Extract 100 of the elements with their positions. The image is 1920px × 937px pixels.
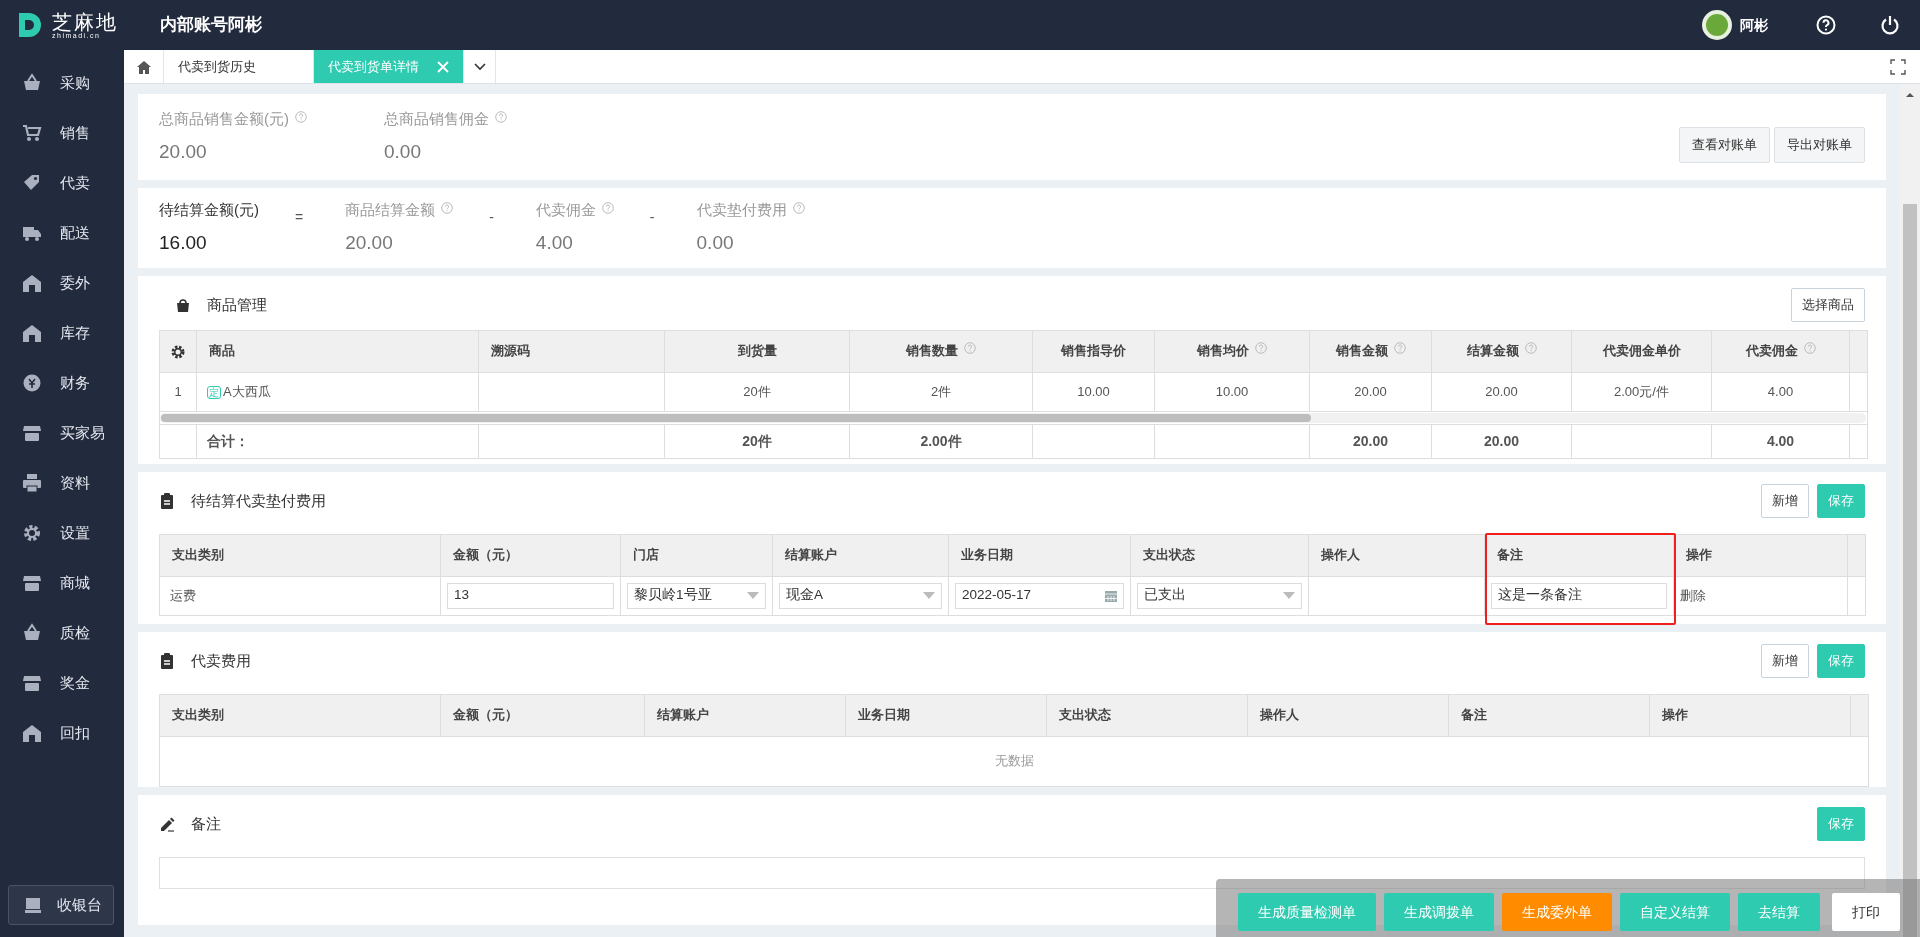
help-icon[interactable] <box>1816 15 1836 35</box>
user-name[interactable]: 阿彬 <box>1740 14 1768 36</box>
row-number: 1 <box>159 372 197 411</box>
clipboard-icon <box>159 492 175 509</box>
input-field[interactable]: 13 <box>447 582 614 609</box>
stat-label: 总商品销售金额(元) <box>159 107 384 130</box>
power-icon[interactable] <box>1880 15 1900 35</box>
bag-icon <box>175 296 191 313</box>
term-value: 20.00 <box>345 231 394 255</box>
product-name: A大西瓜 <box>223 383 271 399</box>
column-header: 支出状态 <box>1046 694 1248 736</box>
delete-link[interactable]: 删除 <box>1680 587 1706 603</box>
term-label: 待结算金额(元) <box>159 199 259 220</box>
caret-icon <box>747 592 759 599</box>
pencil-icon <box>159 815 175 832</box>
column-header: 销售指导价 <box>1032 330 1155 372</box>
statement-button[interactable]: 导出对账单 <box>1773 127 1865 163</box>
sidebar-item[interactable]: 质检 <box>0 608 124 658</box>
sidebar-item[interactable]: 采购 <box>0 58 124 108</box>
basket-icon <box>22 623 42 643</box>
panel-title: 代卖费用 <box>191 650 251 671</box>
total-label: 合计： <box>196 424 479 458</box>
column-header: 操作人 <box>1308 534 1485 576</box>
gear-icon[interactable] <box>170 343 186 360</box>
column-header: 销售均价 <box>1154 330 1310 372</box>
select-field[interactable]: 现金A <box>779 582 942 609</box>
column-header: 操作 <box>1673 534 1848 576</box>
sidebar-item[interactable]: 代卖 <box>0 158 124 208</box>
shop-icon <box>22 673 42 693</box>
scrollbar[interactable] <box>160 411 1866 424</box>
shop-icon <box>22 573 42 593</box>
sidebar-item[interactable]: 商城 <box>0 558 124 608</box>
caret-icon <box>923 592 935 599</box>
action-button[interactable]: 打印 <box>1831 893 1900 931</box>
column-header: 金额（元） <box>440 534 621 576</box>
input-field[interactable]: 这是一条备注 <box>1491 582 1667 609</box>
select-product-button[interactable]: 选择商品 <box>1790 288 1865 322</box>
note-field[interactable] <box>159 856 1865 889</box>
column-header: 代卖佣金单价 <box>1571 330 1712 372</box>
select-field[interactable]: 黎贝岭1号亚 <box>627 582 766 609</box>
house-icon <box>22 323 42 343</box>
column-header: 溯源码 <box>478 330 665 372</box>
sidebar-item[interactable]: 委外 <box>0 258 124 308</box>
calendar-icon <box>1105 589 1117 602</box>
column-header: 支出类别 <box>159 534 441 576</box>
sidebar-item[interactable]: 资料 <box>0 458 124 508</box>
avatar[interactable] <box>1702 10 1732 40</box>
column-header: 支出状态 <box>1130 534 1309 576</box>
account-name: 内部账号阿彬 <box>160 14 262 37</box>
sidebar-item[interactable]: 设置 <box>0 508 124 558</box>
gear-icon <box>22 523 42 543</box>
stat-value: 20.00 <box>159 140 208 164</box>
operator-sign: - <box>489 207 494 227</box>
column-header: 到货量 <box>664 330 850 372</box>
cashier-button[interactable]: 收银台 <box>8 885 114 925</box>
table-cell: 10.00 <box>1154 372 1310 411</box>
total-cell: 4.00 <box>1711 424 1850 458</box>
column-header: 商品 <box>196 330 479 372</box>
term-value: 16.00 <box>159 231 208 255</box>
house-icon <box>22 273 42 293</box>
table-cell: 运费 <box>159 576 441 615</box>
empty-text: 无数据 <box>994 753 1034 769</box>
column-header: 备注 <box>1448 694 1650 736</box>
column-header: 操作人 <box>1247 694 1449 736</box>
sidebar-item[interactable]: 库存 <box>0 308 124 358</box>
home-icon <box>135 58 152 75</box>
panel-title: 待结算代卖垫付费用 <box>191 490 326 511</box>
house-icon <box>22 723 42 743</box>
sidebar-item[interactable]: 配送 <box>0 208 124 258</box>
sidebar-item[interactable]: 回扣 <box>0 708 124 758</box>
tag-badge: 定 <box>207 385 221 399</box>
table-cell: 2件 <box>849 372 1033 411</box>
select-field[interactable]: 已支出 <box>1137 582 1302 609</box>
column-header: 金额（元） <box>440 694 645 736</box>
chevron-down-icon <box>473 62 486 71</box>
caret-icon <box>1283 592 1295 599</box>
close-icon[interactable] <box>437 60 449 73</box>
add-button[interactable]: 新增 <box>1760 484 1809 518</box>
logo-icon <box>16 11 44 39</box>
column-header: 支出类别 <box>159 694 441 736</box>
cart-icon <box>22 123 42 143</box>
column-header: 业务日期 <box>845 694 1047 736</box>
total-cell: 20.00 <box>1309 424 1432 458</box>
stat-value: 0.00 <box>384 140 422 164</box>
table-cell: 4.00 <box>1711 372 1850 411</box>
term-value: 0.00 <box>696 231 735 255</box>
sidebar-item[interactable]: 财务 <box>0 358 124 408</box>
total-cell: 20.00 <box>1431 424 1572 458</box>
table-cell: 20.00 <box>1431 372 1572 411</box>
sidebar-item[interactable]: 销售 <box>0 108 124 158</box>
sidebar-item[interactable]: 买家易 <box>0 408 124 458</box>
add-button[interactable]: 新增 <box>1760 644 1809 678</box>
table-cell: 2.00元/件 <box>1571 372 1712 411</box>
column-header: 备注 <box>1484 534 1674 576</box>
column-header: 门店 <box>620 534 773 576</box>
stat-label: 总商品销售佣金 <box>384 107 609 130</box>
sidebar-item[interactable]: 奖金 <box>0 658 124 708</box>
date-field[interactable]: 2022-05-17 <box>955 582 1124 609</box>
fullscreen-icon[interactable] <box>1889 58 1906 75</box>
statement-button[interactable]: 查看对账单 <box>1678 127 1770 163</box>
